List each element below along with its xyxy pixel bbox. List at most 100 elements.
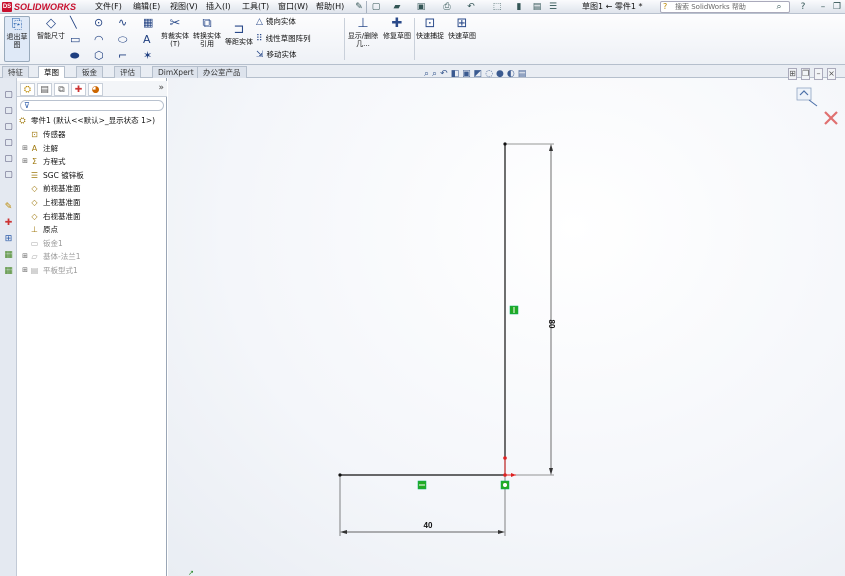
sketch-canvas[interactable]: ↗ 80 40	[168, 78, 845, 576]
quick-snaps-button[interactable]: ⊡ 快速捕捉	[416, 16, 444, 40]
restore-icon[interactable]: ❐	[832, 2, 842, 12]
section-view-icon[interactable]: ◧	[451, 68, 460, 80]
repair-sketch-button[interactable]: ✚ 修复草图	[382, 16, 412, 40]
dimension-horizontal-value[interactable]: 40	[424, 521, 433, 530]
view-orientation-icon[interactable]: ▣	[462, 68, 471, 80]
menu-insert[interactable]: 插入(I)	[206, 1, 231, 13]
cancel-sketch-corner-icon[interactable]	[824, 111, 838, 125]
relations-icon[interactable]: ✚	[3, 218, 14, 229]
menu-tools[interactable]: 工具(T)	[242, 1, 269, 13]
view-cube-icon[interactable]: ▢	[3, 138, 14, 149]
polygon-icon[interactable]: ⬡	[94, 50, 104, 62]
restore-window-icon[interactable]: ❐	[801, 68, 810, 80]
dimxpert-manager-tab-icon[interactable]: ✚	[71, 83, 86, 96]
tree-item[interactable]: ⊞ ▤ 平板型式1	[21, 264, 78, 277]
dimension-vertical-value[interactable]: 80	[547, 320, 556, 329]
exit-sketch-corner-icon[interactable]	[796, 87, 818, 107]
zoom-to-fit-icon[interactable]: ⌕	[424, 68, 429, 80]
solidworks-logo[interactable]: DS SOLIDWORKS	[2, 1, 76, 13]
arc-icon[interactable]: ◠	[94, 34, 104, 46]
tile-window-icon[interactable]: ⊞	[788, 68, 797, 80]
sketch-edit-icon[interactable]: ✎	[3, 202, 14, 213]
help-icon[interactable]: ?	[798, 2, 808, 12]
expand-toggle-icon[interactable]: ⊞	[21, 250, 29, 263]
tree-item[interactable]: ◇ 前视基准面	[21, 182, 80, 195]
feature-manager-tab-icon[interactable]: ⛭	[20, 83, 35, 96]
tab-sketch[interactable]: 草图	[38, 66, 65, 78]
tab-features[interactable]: 特征	[2, 66, 29, 78]
menu-window[interactable]: 窗口(W)	[278, 1, 308, 13]
graphics-area[interactable]: ↗ 80 40	[168, 78, 845, 576]
save-icon[interactable]: ▣	[416, 2, 426, 12]
search-icon[interactable]: ⌕	[774, 2, 784, 12]
rebuild-icon[interactable]: ▮	[514, 2, 524, 12]
tab-office-products[interactable]: 办公室产品	[197, 66, 247, 78]
help-search-input[interactable]: ? 搜索 SolidWorks 帮助	[660, 1, 790, 13]
line-icon[interactable]: ╲	[70, 17, 77, 29]
mirror-entities-button[interactable]: △ 镜向实体	[256, 17, 296, 27]
view-cube-icon[interactable]: ▢	[3, 170, 14, 181]
tree-item[interactable]: ⊞ A 注解	[21, 142, 58, 155]
open-folder-icon[interactable]: ▰	[392, 2, 402, 12]
grid-icon[interactable]: ▦	[143, 17, 153, 29]
undo-icon[interactable]: ↶	[466, 2, 476, 12]
sketch-endpoint[interactable]	[503, 142, 507, 146]
text-icon[interactable]: A	[143, 34, 151, 46]
tree-item[interactable]: ▭ 钣金1	[21, 237, 63, 250]
layer-icon[interactable]: ▦	[3, 266, 14, 277]
tree-item[interactable]: ◇ 右视基准面	[21, 210, 80, 223]
expand-toggle-icon[interactable]: ⊞	[21, 264, 29, 277]
view-cube-icon[interactable]: ▢	[3, 122, 14, 133]
close-window-icon[interactable]: ×	[827, 68, 836, 80]
spline-icon[interactable]: ∿	[118, 17, 127, 29]
move-entities-button[interactable]: ⇲ 移动实体	[256, 50, 297, 60]
view-cube-icon[interactable]: ▢	[3, 90, 14, 101]
linear-pattern-button[interactable]: ⠿ 线性草图阵列	[256, 34, 311, 44]
tree-item[interactable]: ⊞ ▱ 基体-法兰1	[21, 250, 80, 263]
file-properties-icon[interactable]: ▤	[532, 2, 542, 12]
tree-item[interactable]: ⊞ Σ 方程式	[21, 155, 65, 168]
hide-show-items-icon[interactable]: ◌	[485, 68, 493, 80]
exit-sketch-button[interactable]: ⎘ 退出草图	[4, 16, 30, 62]
edit-appearance-icon[interactable]: ●	[496, 68, 504, 80]
smart-dimension-button[interactable]: ◇ 智能尺寸	[36, 16, 66, 40]
expand-toggle-icon[interactable]: ⊞	[21, 142, 29, 155]
expand-toggle-icon[interactable]: ⊞	[21, 155, 29, 168]
convert-entities-button[interactable]: ⧉ 转换实体引用	[192, 16, 222, 48]
ellipse-icon[interactable]: ⬭	[118, 34, 127, 46]
minimize-window-icon[interactable]: –	[814, 68, 823, 80]
sketch-endpoint[interactable]	[338, 473, 342, 477]
zoom-to-area-icon[interactable]: ⌕	[432, 68, 437, 80]
view-cube-icon[interactable]: ▢	[3, 106, 14, 117]
view-cube-icon[interactable]: ▢	[3, 154, 14, 165]
rapid-sketch-button[interactable]: ⊞ 快速草图	[448, 16, 476, 40]
view-settings-icon[interactable]: ▤	[518, 68, 527, 80]
origin-point-icon[interactable]	[503, 473, 507, 477]
tree-item[interactable]: ⊥ 原点	[21, 223, 58, 236]
tab-sheet-metal[interactable]: 钣金	[76, 66, 103, 78]
circle-icon[interactable]: ⊙	[94, 17, 103, 29]
minimize-icon[interactable]: –	[818, 2, 828, 12]
configuration-manager-tab-icon[interactable]: ⧉	[54, 83, 69, 96]
tab-dimxpert[interactable]: DimXpert	[152, 66, 200, 78]
fillet-icon[interactable]: ⌐	[118, 50, 127, 62]
expand-panel-icon[interactable]: »	[158, 83, 164, 93]
new-document-icon[interactable]: ▢	[371, 2, 381, 12]
options-icon[interactable]: ☰	[548, 2, 558, 12]
origin-point-icon[interactable]	[503, 456, 507, 460]
tree-item[interactable]: ☰ SGC 镀锌板	[21, 169, 84, 182]
menu-edit[interactable]: 编辑(E)	[133, 1, 160, 13]
tree-root-part[interactable]: ⛭ 零件1 (默认<<默认>_显示状态 1>)	[17, 114, 155, 127]
feature-tree-filter[interactable]: ⊽	[20, 100, 164, 111]
tree-item[interactable]: ◇ 上视基准面	[21, 196, 80, 209]
slot-icon[interactable]: ⬬	[70, 50, 79, 62]
previous-view-icon[interactable]: ↶	[440, 68, 448, 80]
point-icon[interactable]: ✶	[143, 50, 152, 62]
select-icon[interactable]: ⬚	[492, 2, 502, 12]
dimension-icon[interactable]: ⊞	[3, 234, 14, 245]
menu-file[interactable]: 文件(F)	[95, 1, 122, 13]
display-style-icon[interactable]: ◩	[474, 68, 483, 80]
menu-help[interactable]: 帮助(H)	[316, 1, 344, 13]
tab-evaluate[interactable]: 评估	[114, 66, 141, 78]
print-icon[interactable]: ⎙	[442, 2, 452, 12]
